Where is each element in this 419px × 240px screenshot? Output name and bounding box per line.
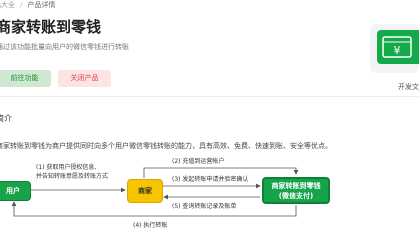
label-step4: (4) 执行转账 [133,222,168,229]
label-step1-line2: 并告知转账意愿及转账方式 [36,173,109,180]
node-user: 用户 [0,181,31,201]
node-product-sub: (微信支付) [278,192,314,200]
label-step3: (3) 发起转账申请并验密确认 [172,176,249,183]
node-merchant: 商家 [127,179,163,203]
node-product: 商家转账到零钱 (微信支付) [262,177,330,204]
node-product-name: 商家转账到零钱 [271,182,321,190]
label-step5: (5) 查询转账记录及账单 [172,203,237,210]
label-step2: (2) 充值到运营帐户 [172,158,225,165]
arrow-step4 [11,201,297,217]
label-step1-line1: (1) 获取用户授权信息, [36,164,97,171]
